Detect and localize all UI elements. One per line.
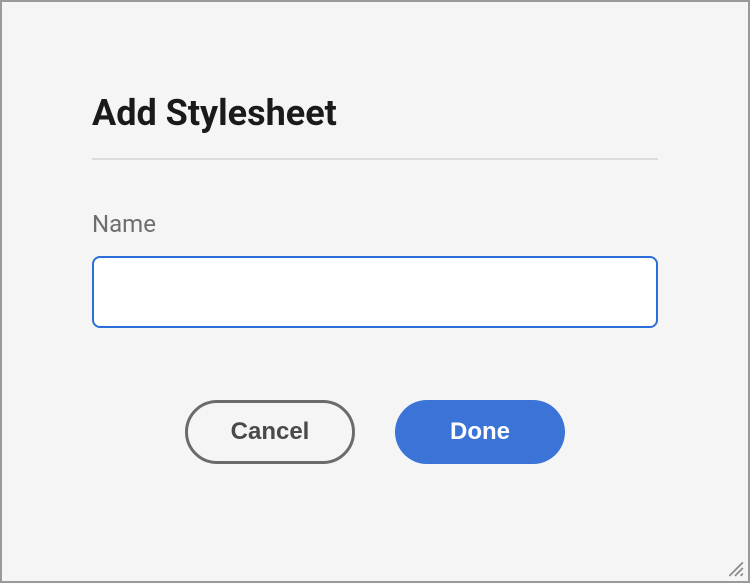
divider — [92, 158, 658, 160]
add-stylesheet-dialog: Add Stylesheet Name Cancel Done — [0, 0, 750, 583]
resize-handle-icon — [726, 559, 744, 577]
button-row: Cancel Done — [92, 400, 658, 464]
name-label: Name — [92, 210, 658, 238]
cancel-button[interactable]: Cancel — [185, 400, 355, 464]
dialog-title: Add Stylesheet — [92, 92, 658, 134]
done-button[interactable]: Done — [395, 400, 565, 464]
name-input[interactable] — [92, 256, 658, 328]
